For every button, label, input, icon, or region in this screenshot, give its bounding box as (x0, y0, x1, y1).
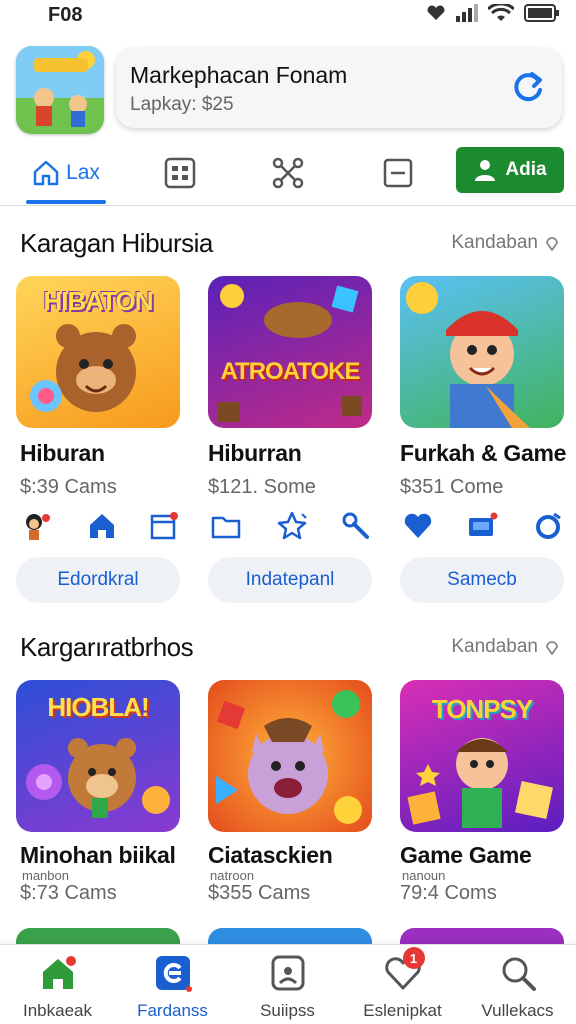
section-1-title: Karagan Hibursia (20, 228, 213, 258)
featured-app-title: Markephacan Fonam (130, 62, 348, 88)
add-account-button[interactable]: Adia (456, 147, 564, 193)
game-4-price: $:73 Cams (20, 882, 117, 904)
location-pin-icon (546, 237, 558, 251)
person-icon (475, 160, 496, 181)
tab-minus[interactable] (376, 144, 420, 202)
home-icon (33, 160, 59, 186)
nav-item-search[interactable]: Vullekacs (460, 953, 575, 1024)
game-tile-4-art[interactable]: HIOBLA! (16, 680, 180, 832)
category-toolbar: Lax Adia (0, 144, 576, 206)
game-5-price: $355 Cams (208, 882, 311, 904)
location-pin-icon (546, 641, 558, 655)
wifi-icon (488, 4, 514, 21)
nav-item-favorites[interactable]: 1 Eslenipkat (345, 947, 460, 1024)
game-6-subtitle: nanoun (402, 868, 446, 883)
nav-item-home[interactable]: Inbkaeak (0, 953, 115, 1024)
character-icon[interactable] (20, 510, 52, 542)
battery-icon (524, 4, 559, 22)
header: Markephacan Fonam Lapkay: $25 (14, 44, 562, 136)
search-icon (502, 957, 536, 991)
bag-icon (271, 955, 304, 991)
heart-icon[interactable] (402, 510, 434, 542)
game-tile-5-art[interactable] (208, 680, 372, 832)
game-tile-6-art[interactable]: TONPSY (400, 680, 564, 832)
signal-icon (456, 4, 478, 22)
nav-item-bag[interactable]: Suiipss (230, 953, 345, 1024)
section-1-more-label: Kandaban (451, 232, 538, 253)
nav-home-label: Inbkaeak (23, 1001, 92, 1020)
home-icon[interactable] (86, 510, 118, 542)
game-4-subtitle: manbon (22, 868, 69, 883)
nav-favorites-label: Eslenipkat (363, 1001, 442, 1020)
game-tile-1-art[interactable]: HIBATON (16, 276, 180, 428)
nav-store-label: Fardanss (137, 1001, 208, 1020)
status-icons (426, 4, 560, 22)
game-1-price: $:39 Cams (20, 476, 117, 498)
tab-share[interactable] (266, 144, 310, 202)
section-2-more-link[interactable]: Kandaban (451, 636, 560, 658)
heart-status-icon (427, 5, 445, 20)
game-6-price: 79:4 Coms (400, 882, 497, 904)
section-1-more-link[interactable]: Kandaban (451, 232, 560, 254)
bottom-navigation: Inbkaeak Fardanss Suiipss 1 Eslenipkat V… (0, 944, 576, 1024)
game-5-name[interactable]: Ciatasckien (208, 842, 333, 869)
pill-button-2[interactable]: Indatepanl (208, 557, 372, 603)
tab-home[interactable]: Lax (26, 144, 106, 204)
notification-badge: 1 (402, 947, 425, 969)
section-2-more-label: Kandaban (451, 636, 538, 657)
game-5-subtitle: natroon (210, 868, 255, 883)
tab-home-label: Lax (66, 161, 100, 184)
game-tile-2-art[interactable]: ATROATOKE (208, 276, 372, 428)
game-2-price: $121. Some (208, 476, 316, 498)
section-2-header: Kargarıratbrhos Kandaban (20, 632, 560, 666)
nav-search-label: Vullekacs (481, 1001, 554, 1020)
home-icon (42, 956, 76, 989)
game-3-price: $351 Come (400, 476, 504, 498)
action-icon-row (14, 510, 566, 546)
app-store-icon (155, 956, 192, 992)
nav-item-store[interactable]: Fardanss (115, 953, 230, 1024)
game-1-name[interactable]: Hiburan (20, 440, 105, 467)
share-icon (272, 157, 304, 189)
game-2-name[interactable]: Hiburran (208, 440, 302, 467)
game-6-name[interactable]: Game Game (400, 842, 532, 869)
game-4-name[interactable]: Minohan biikal (20, 842, 176, 869)
section-1-header: Karagan Hibursia Kandaban (20, 228, 560, 262)
section-2-title: Kargarıratbrhos (20, 632, 194, 662)
add-account-label: Adia (505, 159, 547, 180)
featured-app-card[interactable]: Markephacan Fonam Lapkay: $25 (116, 48, 562, 128)
game-tile-2-art-title: ATROATOKE (220, 358, 361, 385)
game-tile-3-art[interactable] (400, 276, 564, 428)
featured-app-thumbnail[interactable] (16, 46, 104, 134)
nav-bag-label: Suiipss (260, 1001, 315, 1020)
star-icon[interactable] (276, 510, 308, 542)
status-bar: F08 (0, 0, 576, 34)
apps-icon (164, 157, 196, 189)
featured-app-price: Lapkay: $25 (130, 94, 234, 115)
refresh-icon[interactable] (508, 68, 548, 108)
pill-button-1[interactable]: Edordkral (16, 557, 180, 603)
pill-button-3[interactable]: Samecb (400, 557, 564, 603)
folder-icon[interactable] (210, 510, 242, 542)
tab-apps[interactable] (158, 144, 202, 202)
wrench-icon[interactable] (340, 510, 372, 542)
game-3-name[interactable]: Furkah & Game (400, 440, 566, 467)
window-icon[interactable] (148, 510, 180, 542)
status-time: F08 (48, 4, 83, 26)
screen-icon[interactable] (466, 510, 498, 542)
minus-box-icon (383, 158, 413, 188)
ring-icon[interactable] (532, 510, 564, 542)
